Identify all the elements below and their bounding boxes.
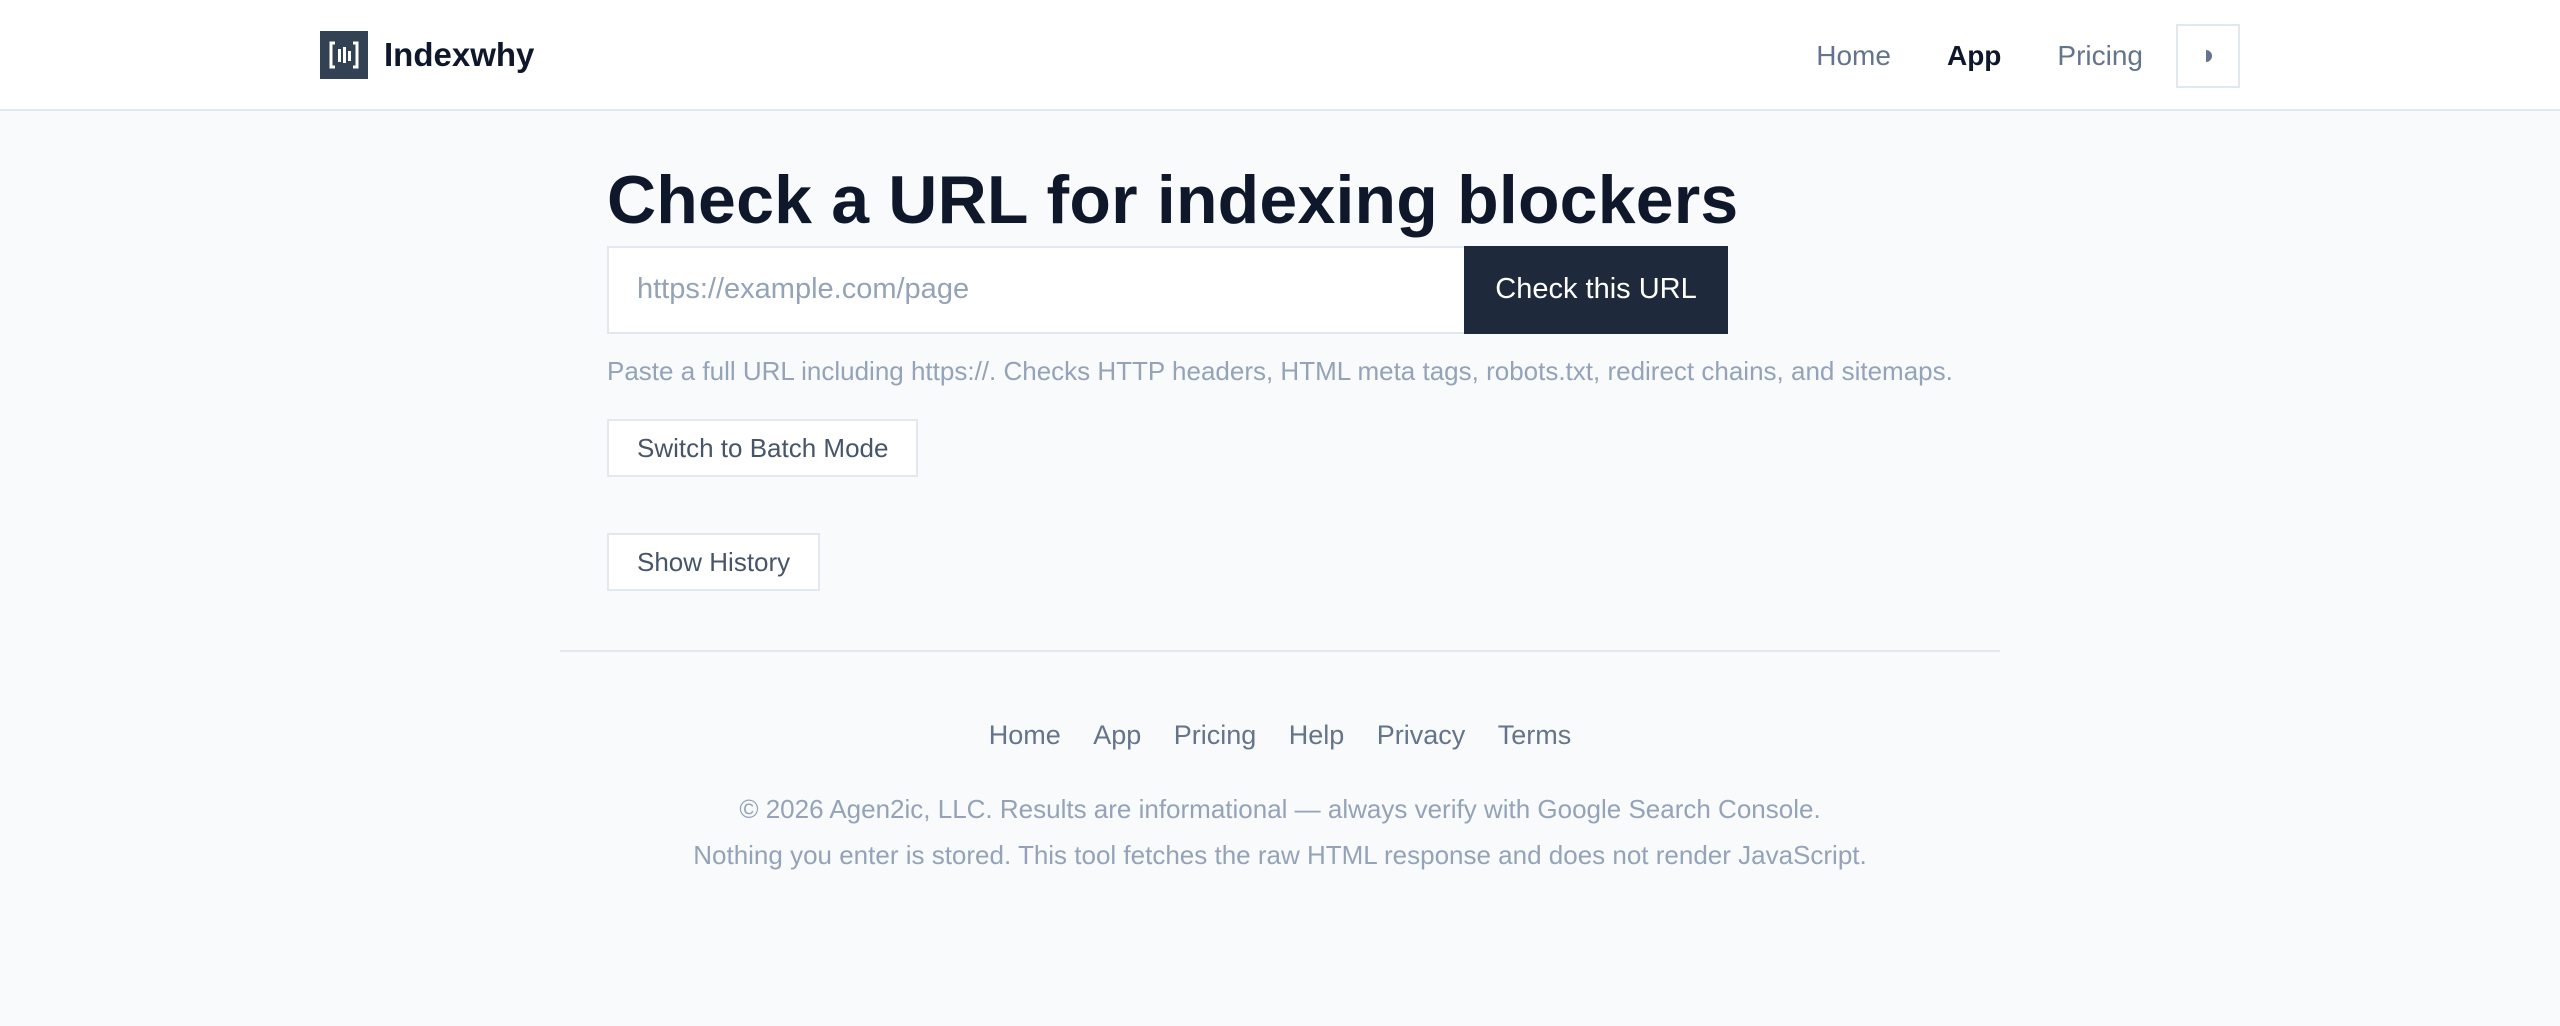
theme-toggle-button[interactable] (2176, 24, 2240, 88)
half-circle-icon (2206, 50, 2212, 62)
brand-name: Indexwhy (384, 36, 535, 73)
footer-divider (560, 650, 2000, 652)
nav-pricing-link[interactable]: Pricing (2057, 40, 2143, 72)
nav-home-link[interactable]: Home (1816, 40, 1891, 72)
footer-link-help[interactable]: Help (1289, 720, 1345, 750)
bracket-bars-logo-icon (320, 31, 368, 79)
footer-link-home[interactable]: Home (989, 720, 1061, 750)
url-check-form: Check this URL (607, 245, 2007, 334)
footer-link-privacy[interactable]: Privacy (1377, 720, 1466, 750)
footer-disclaimer: Nothing you enter is stored. This tool f… (693, 840, 1867, 870)
nav-app-link[interactable]: App (1947, 40, 2001, 72)
brand[interactable]: Indexwhy (320, 31, 534, 79)
batch-mode-button[interactable]: Switch to Batch Mode (607, 418, 919, 477)
url-hint-text: Paste a full URL including https://. Che… (607, 355, 1953, 386)
top-nav: Home App Pricing (1816, 24, 2240, 88)
footer-link-pricing[interactable]: Pricing (1174, 720, 1257, 750)
footer-link-app[interactable]: App (1093, 720, 1141, 750)
page-title: Check a URL for indexing blockers (607, 162, 1739, 238)
footer-copyright: © 2026 Agen2ic, LLC. Results are informa… (739, 794, 1821, 824)
footer-link-terms[interactable]: Terms (1498, 720, 1572, 750)
show-history-button[interactable]: Show History (607, 532, 821, 591)
checker-panel: Check a URL for indexing blockers Check … (607, 160, 2007, 591)
check-url-button[interactable]: Check this URL (1464, 245, 1728, 334)
site-header: Indexwhy Home App Pricing (0, 0, 2560, 111)
url-input[interactable] (607, 245, 1464, 334)
footer-nav: Home App Pricing Help Privacy Terms (0, 720, 2560, 751)
